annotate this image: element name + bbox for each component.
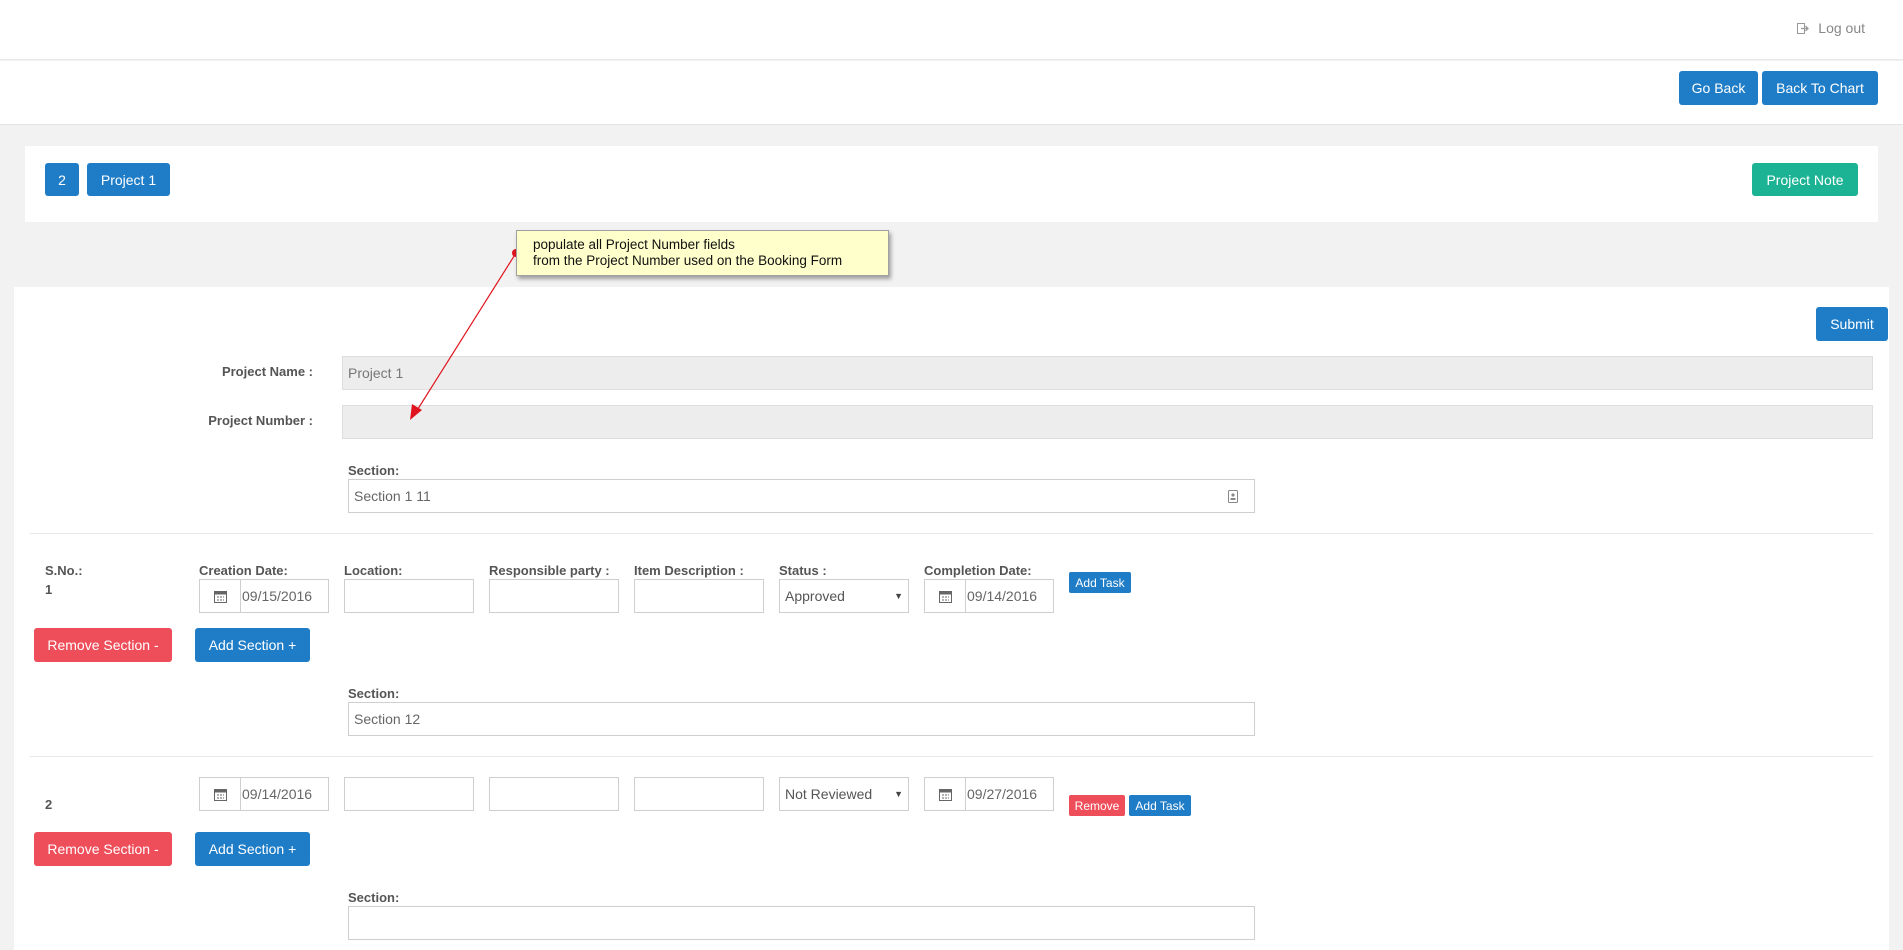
project-number-badge[interactable]: 2 <box>45 163 79 196</box>
section-input[interactable]: Section 12 <box>348 702 1255 736</box>
responsible-party-header: Responsible party : <box>489 563 610 578</box>
project-name-field[interactable]: Project 1 <box>342 356 1873 390</box>
location-input[interactable] <box>344 579 474 613</box>
sno-header: S.No.: <box>45 563 83 578</box>
dropdown-caret-icon: ▼ <box>894 789 903 799</box>
item-description-input[interactable] <box>634 777 764 811</box>
item-description-input[interactable] <box>634 579 764 613</box>
status-select[interactable]: Not Reviewed ▼ <box>779 777 909 811</box>
completion-date-value: 09/14/2016 <box>967 588 1038 604</box>
remove-section-button[interactable]: Remove Section - <box>34 832 172 866</box>
calendar-icon <box>213 788 227 801</box>
contact-card-icon <box>1228 489 1238 503</box>
responsible-party-input[interactable] <box>489 777 619 811</box>
creation-date-field[interactable]: 09/14/2016 <box>199 777 329 811</box>
dropdown-caret-icon: ▼ <box>894 591 903 601</box>
divider <box>30 756 1873 757</box>
project-panel <box>25 146 1878 222</box>
annotation-note: populate all Project Number fields from … <box>516 230 889 276</box>
completion-date-header: Completion Date: <box>924 563 1032 578</box>
go-back-button[interactable]: Go Back <box>1679 71 1758 105</box>
logout-link[interactable]: Log out <box>1797 20 1865 36</box>
annotation-line-2: from the Project Number used on the Book… <box>533 253 843 268</box>
completion-date-field[interactable]: 09/14/2016 <box>924 579 1054 613</box>
add-section-button[interactable]: Add Section + <box>195 832 310 866</box>
section-input[interactable] <box>348 906 1255 940</box>
location-input[interactable] <box>344 777 474 811</box>
section-label: Section: <box>348 890 400 905</box>
creation-date-header: Creation Date: <box>199 563 288 578</box>
navigation-bar <box>0 61 1903 125</box>
row-sno: 1 <box>45 582 53 597</box>
calendar-icon <box>213 590 227 603</box>
section-label: Section: <box>348 686 400 701</box>
top-bar <box>0 0 1903 60</box>
divider <box>30 533 1873 534</box>
remove-task-button[interactable]: Remove <box>1069 795 1125 816</box>
add-section-button[interactable]: Add Section + <box>195 628 310 662</box>
project-1-button[interactable]: Project 1 <box>87 163 170 196</box>
remove-section-button[interactable]: Remove Section - <box>34 628 172 662</box>
status-select[interactable]: Approved ▼ <box>779 579 909 613</box>
calendar-icon <box>938 590 952 603</box>
project-name-label: Project Name : <box>221 364 313 379</box>
item-description-header: Item Description : <box>634 563 744 578</box>
add-task-button[interactable]: Add Task <box>1069 572 1131 593</box>
creation-date-value: 09/15/2016 <box>242 588 313 604</box>
creation-date-value: 09/14/2016 <box>242 786 313 802</box>
location-header: Location: <box>344 563 403 578</box>
add-task-button[interactable]: Add Task <box>1129 795 1191 816</box>
submit-button[interactable]: Submit <box>1816 307 1888 341</box>
creation-date-field[interactable]: 09/15/2016 <box>199 579 329 613</box>
calendar-icon <box>938 788 952 801</box>
section-input[interactable]: Section 1 11 <box>348 479 1255 513</box>
status-header: Status : <box>779 563 827 578</box>
annotation-line-1: populate all Project Number fields <box>533 237 735 252</box>
completion-date-value: 09/27/2016 <box>967 786 1038 802</box>
row-sno: 2 <box>45 797 53 812</box>
status-value: Not Reviewed <box>785 786 873 802</box>
section-value: Section 1 11 <box>354 488 431 504</box>
logout-icon <box>1797 22 1810 34</box>
project-number-label: Project Number : <box>208 413 313 428</box>
status-value: Approved <box>785 588 845 604</box>
project-note-button[interactable]: Project Note <box>1752 163 1858 196</box>
section-label: Section: <box>348 463 400 478</box>
responsible-party-input[interactable] <box>489 579 619 613</box>
logout-label: Log out <box>1818 20 1865 36</box>
completion-date-field[interactable]: 09/27/2016 <box>924 777 1054 811</box>
back-to-chart-button[interactable]: Back To Chart <box>1762 71 1878 105</box>
project-number-field[interactable] <box>342 405 1873 439</box>
